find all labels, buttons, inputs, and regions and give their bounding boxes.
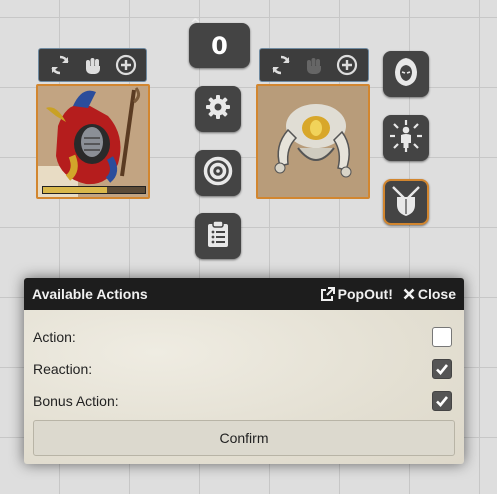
popout-button[interactable]: PopOut! [320,286,393,302]
close-label: Close [417,286,456,302]
jester-wizard-token[interactable] [36,84,150,199]
rotate-icon[interactable] [268,52,294,78]
action-label: Action: [33,329,76,345]
action-checkbox[interactable] [432,327,452,347]
counter-caret: ^ [190,17,201,32]
dialog-header: Available Actions PopOut! Close [24,278,464,310]
fist-icon[interactable] [80,52,106,78]
plus-circle-icon[interactable] [334,52,360,78]
token-action-bar-left [38,48,147,82]
reaction-checkbox[interactable] [432,359,452,379]
close-button[interactable]: Close [403,286,456,302]
golden-armored-creature-token[interactable] [256,84,370,199]
bonus-action-row: Bonus Action: [33,385,455,417]
hooded-figure-icon [391,56,421,92]
jester-wizard-artwork [38,86,148,197]
fist-icon[interactable] [301,52,327,78]
dialog-title: Available Actions [32,286,148,302]
external-link-icon [320,286,335,301]
combat-button[interactable] [383,179,429,225]
crossed-swords-shield-icon [389,183,423,221]
available-actions-dialog: Available Actions PopOut! Close Action: … [24,278,464,464]
clipboard-button[interactable] [195,213,241,259]
bonus-action-label: Bonus Action: [33,393,119,409]
round-counter[interactable]: ^ 0 [189,17,250,68]
action-row: Action: [33,321,455,353]
rotate-icon[interactable] [47,52,73,78]
health-bar-fill [43,187,108,193]
target-icon [203,156,233,190]
settings-button[interactable] [195,86,241,132]
hide-token-button[interactable] [383,51,429,97]
checkmark-icon [436,396,449,407]
dialog-body: Action: Reaction: Bonus Action: Confirm [24,321,464,456]
clipboard-icon [206,220,230,252]
target-button[interactable] [195,150,241,196]
radiant-figure-icon [389,119,423,157]
light-source-button[interactable] [383,115,429,161]
close-icon [403,288,415,300]
token-action-bar-right [259,48,369,82]
popout-label: PopOut! [337,286,393,302]
confirm-button[interactable]: Confirm [33,420,455,456]
health-bar [42,186,146,194]
reaction-label: Reaction: [33,361,93,377]
bonus-action-checkbox[interactable] [432,391,452,411]
checkmark-icon [436,364,449,375]
gear-icon [204,93,232,125]
plus-circle-icon[interactable] [113,52,139,78]
counter-value: 0 [211,31,228,60]
armored-creature-artwork [258,86,368,197]
reaction-row: Reaction: [33,353,455,385]
